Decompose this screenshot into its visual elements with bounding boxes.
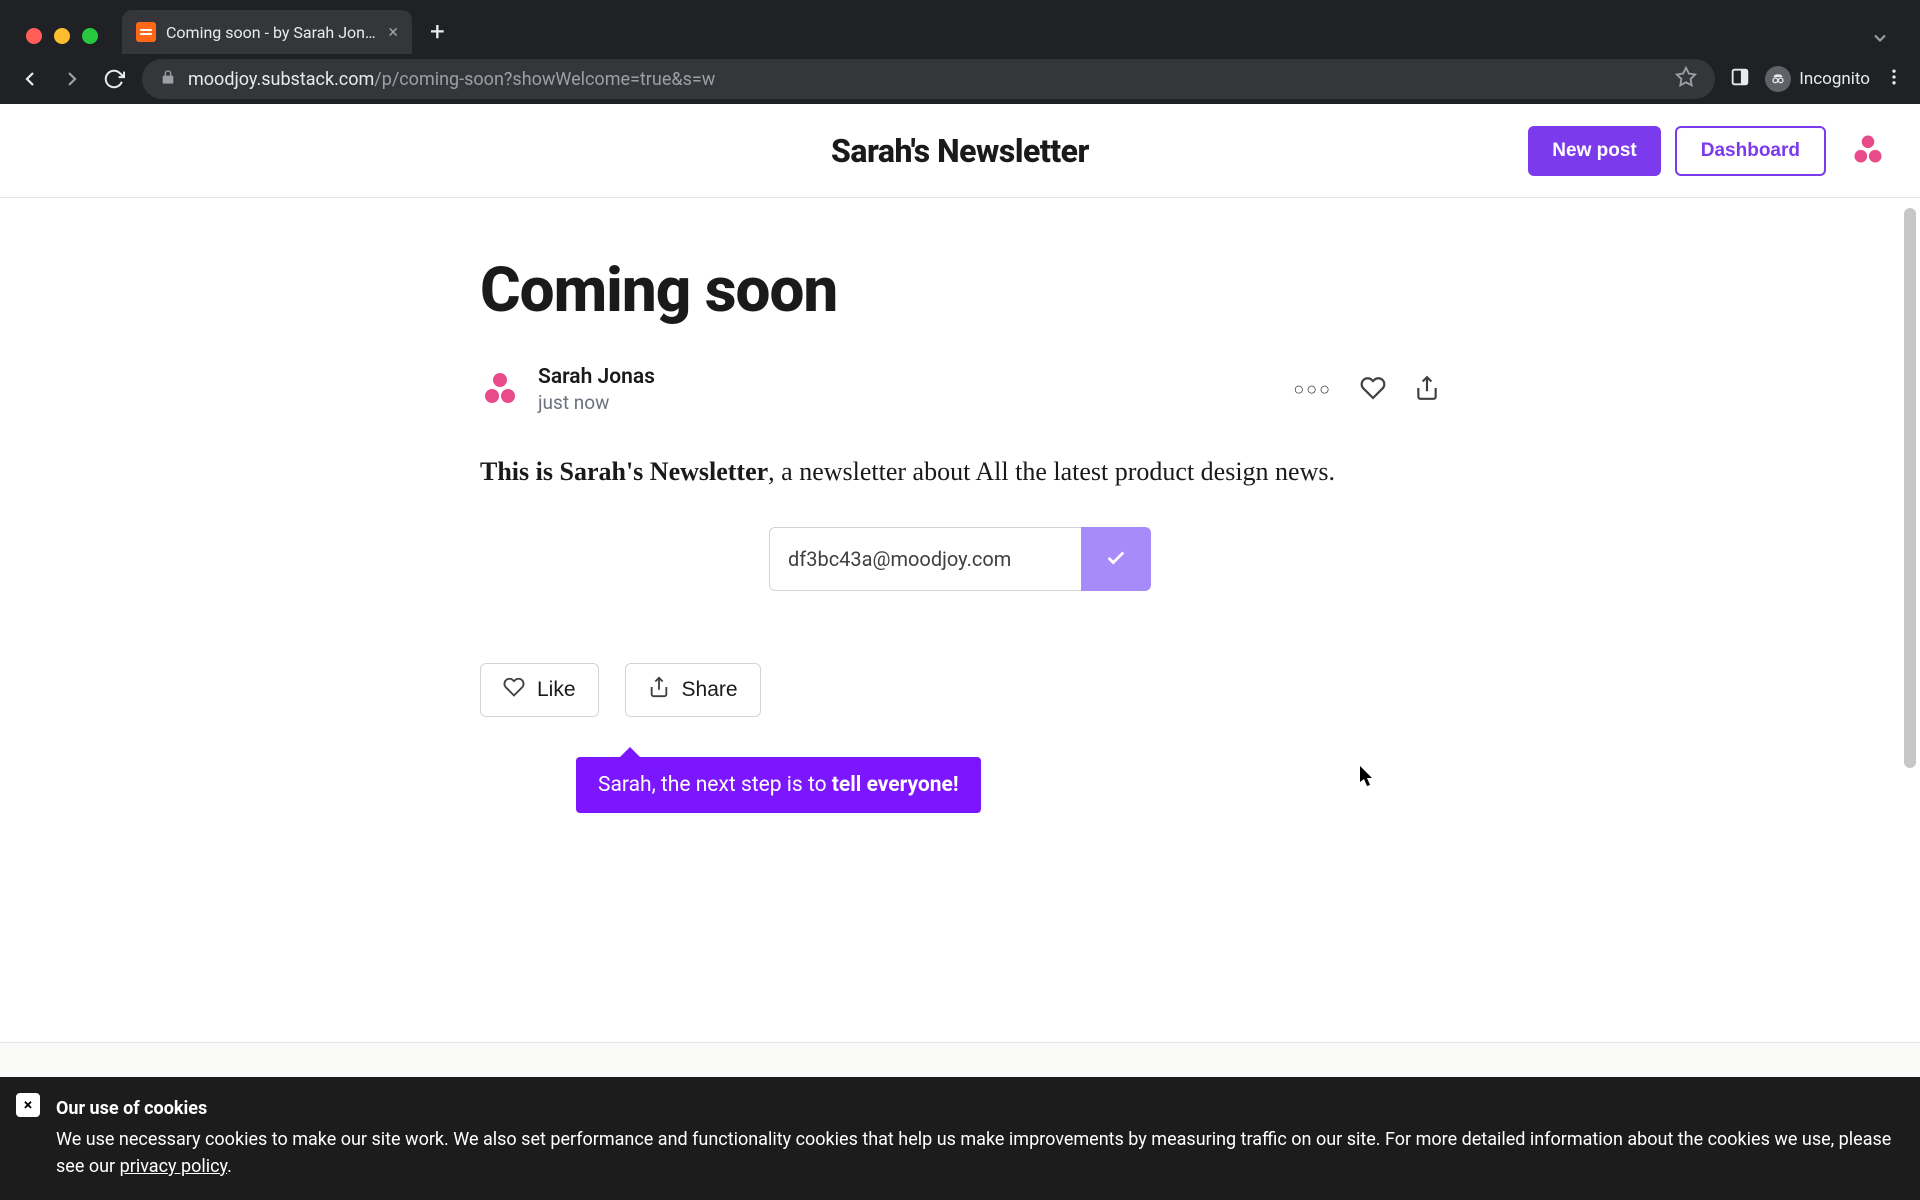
nav-forward-button[interactable] xyxy=(58,67,86,91)
checkmark-icon xyxy=(1105,547,1127,572)
more-options-icon[interactable]: ○○○ xyxy=(1293,379,1332,400)
browser-chrome: Coming soon - by Sarah Jonas × + moodjoy… xyxy=(0,0,1920,104)
cookie-period: . xyxy=(227,1156,232,1177)
post-body-strong: This is Sarah's Newsletter xyxy=(480,457,768,486)
tab-bar: Coming soon - by Sarah Jonas × + xyxy=(122,10,445,54)
new-post-button[interactable]: New post xyxy=(1528,126,1660,176)
new-tab-button[interactable]: + xyxy=(430,17,445,47)
cookie-body-line: We use necessary cookies to make our sit… xyxy=(56,1126,1894,1180)
share-top-icon[interactable] xyxy=(1414,375,1440,405)
cookie-body: We use necessary cookies to make our sit… xyxy=(56,1129,1891,1177)
post-timestamp: just now xyxy=(538,391,655,414)
post-title: Coming soon xyxy=(480,254,1440,327)
page-content: Sarah's Newsletter New post Dashboard Co… xyxy=(0,104,1920,1200)
article: Coming soon Sarah Jonas just now ○○○ xyxy=(480,198,1440,813)
browser-menu-icon[interactable] xyxy=(1884,67,1904,91)
extensions-icon[interactable] xyxy=(1729,66,1751,92)
post-body-rest: , a newsletter about All the latest prod… xyxy=(768,457,1335,486)
like-button[interactable]: Like xyxy=(480,663,599,717)
callout-prefix: Sarah, the next step is to xyxy=(598,773,832,797)
header-actions: New post Dashboard xyxy=(1528,126,1886,176)
heart-icon xyxy=(503,676,525,704)
chrome-menu-chevron-icon[interactable] xyxy=(1870,28,1890,52)
onboarding-callout[interactable]: Sarah, the next step is to tell everyone… xyxy=(576,757,981,813)
url-bar[interactable]: moodjoy.substack.com/p/coming-soon?showW… xyxy=(142,59,1715,99)
url-path: /p/coming-soon?showWelcome=true&s=w xyxy=(374,69,715,90)
email-input[interactable]: df3bc43a@moodjoy.com xyxy=(769,527,1081,591)
share-label: Share xyxy=(682,678,738,702)
window-close-button[interactable] xyxy=(26,28,42,44)
subscribe-form: df3bc43a@moodjoy.com xyxy=(769,527,1151,591)
author-name[interactable]: Sarah Jonas xyxy=(538,365,655,389)
incognito-label: Incognito xyxy=(1799,69,1870,89)
cookie-close-button[interactable]: × xyxy=(16,1093,40,1117)
url-host: moodjoy.substack.com xyxy=(188,69,374,90)
subscribe-row: df3bc43a@moodjoy.com xyxy=(480,527,1440,591)
window-minimize-button[interactable] xyxy=(54,28,70,44)
post-body: This is Sarah's Newsletter, a newsletter… xyxy=(480,452,1440,491)
scrollbar-thumb[interactable] xyxy=(1904,208,1916,768)
scrollbar-track[interactable] xyxy=(1902,208,1918,1200)
incognito-indicator[interactable]: Incognito xyxy=(1765,66,1870,92)
share-button[interactable]: Share xyxy=(625,663,761,717)
post-meta: Sarah Jonas just now ○○○ xyxy=(480,365,1440,414)
bookmark-star-icon[interactable] xyxy=(1675,66,1697,93)
email-value: df3bc43a@moodjoy.com xyxy=(788,547,1011,571)
like-label: Like xyxy=(537,678,576,702)
share-icon xyxy=(648,676,670,704)
subscribe-submit-button[interactable] xyxy=(1081,527,1151,591)
tab-title: Coming soon - by Sarah Jonas xyxy=(166,23,378,42)
cookie-privacy-link[interactable]: privacy policy xyxy=(120,1156,228,1177)
window-maximize-button[interactable] xyxy=(82,28,98,44)
callout-strong: tell everyone! xyxy=(832,773,959,797)
cookie-title: Our use of cookies xyxy=(56,1095,1894,1122)
url-text: moodjoy.substack.com/p/coming-soon?showW… xyxy=(188,69,715,90)
tab-close-icon[interactable]: × xyxy=(388,22,398,43)
post-meta-text: Sarah Jonas just now xyxy=(538,365,655,414)
incognito-icon xyxy=(1765,66,1791,92)
site-header: Sarah's Newsletter New post Dashboard xyxy=(0,104,1920,198)
user-avatar[interactable] xyxy=(1850,131,1886,171)
like-icon[interactable] xyxy=(1360,375,1386,405)
author-avatar[interactable] xyxy=(480,368,520,412)
browser-tab[interactable]: Coming soon - by Sarah Jonas × xyxy=(122,10,412,54)
browser-toolbar: moodjoy.substack.com/p/coming-soon?showW… xyxy=(0,54,1920,104)
engagement-row: Like Share xyxy=(480,663,1440,717)
post-meta-actions: ○○○ xyxy=(1293,375,1440,405)
nav-back-button[interactable] xyxy=(16,67,44,91)
toolbar-right: Incognito xyxy=(1729,66,1904,92)
substack-favicon-icon xyxy=(136,22,156,42)
nav-reload-button[interactable] xyxy=(100,68,128,90)
site-title[interactable]: Sarah's Newsletter xyxy=(831,132,1089,170)
dashboard-button[interactable]: Dashboard xyxy=(1675,126,1826,176)
lock-icon xyxy=(160,69,176,90)
window-controls xyxy=(26,28,98,44)
cookie-banner: × Our use of cookies We use necessary co… xyxy=(0,1077,1920,1200)
